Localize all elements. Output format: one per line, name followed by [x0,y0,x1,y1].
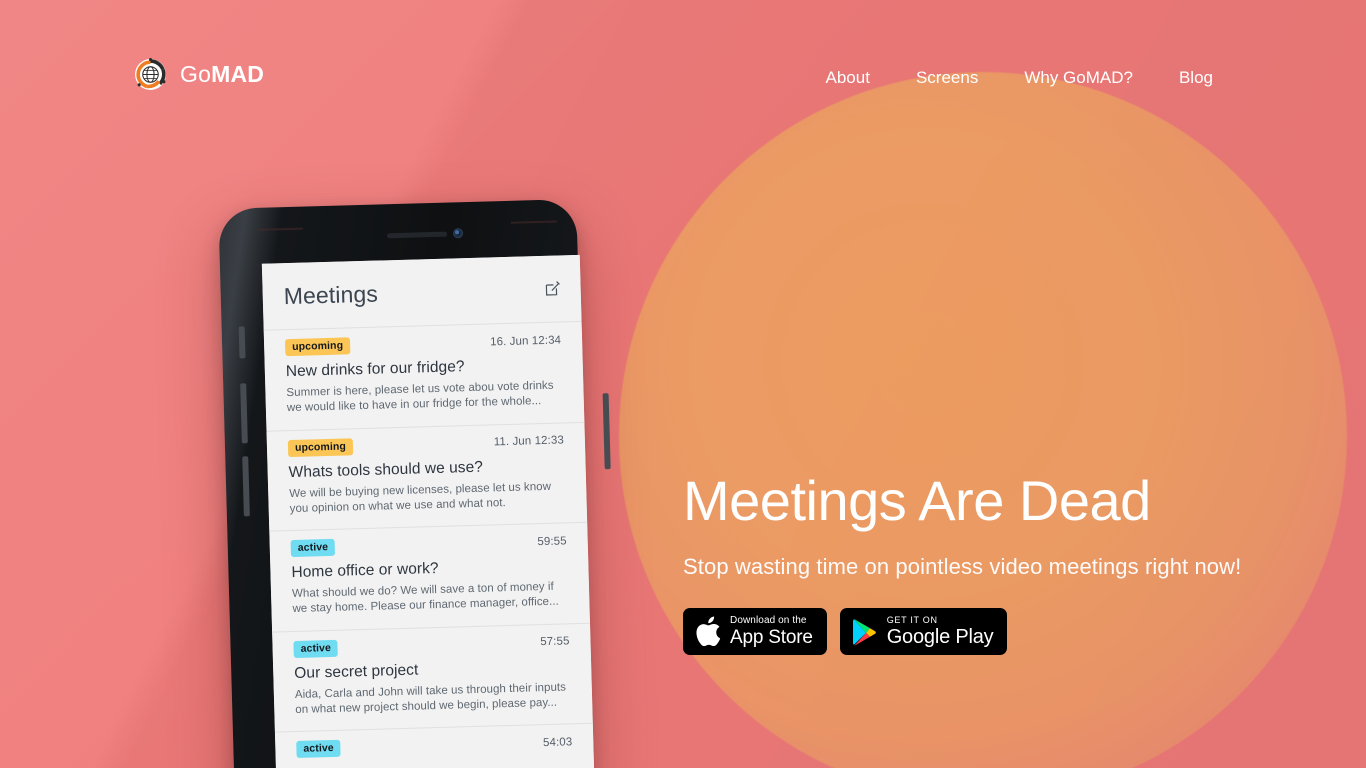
meeting-meta: active 54:03 [296,734,572,759]
meeting-list-item[interactable]: active 57:55 Our secret project Aida, Ca… [272,622,593,732]
meeting-list-item[interactable]: upcoming 16. Jun 12:34 New drinks for ou… [263,320,585,431]
phone-button-power[interactable] [602,393,611,470]
meeting-title: Our secret project [294,661,419,682]
app-store-badge-label: App Store [730,627,813,648]
antenna-line-left [256,227,303,231]
status-badge: upcoming [284,337,351,357]
app-store-badge[interactable]: Download on the App Store [683,608,827,655]
phone-mockup: 12:39 ● ✶ ⏱ ▦ ▉ ◢ 94 Meetings [196,190,613,768]
page-title: Meetings [283,280,379,309]
meeting-description: What should we do? We will save a ton of… [291,580,559,616]
brand-name: GoMAD [180,61,264,88]
nav-item-blog[interactable]: Blog [1156,62,1236,94]
landing-page: GoMAD About Screens Why GoMAD? Blog Meet… [0,0,1366,768]
phone-button-volume-down[interactable] [242,456,250,517]
site-header: GoMAD About Screens Why GoMAD? Blog [0,0,1366,150]
google-play-badge[interactable]: GET IT ON Google Play [839,608,1008,655]
sun-decoration [619,72,1347,768]
status-badge: active [293,639,339,658]
google-play-icon [852,618,876,646]
front-camera [452,228,464,239]
meeting-time: 54:03 [542,736,573,749]
phone-button-volume-up[interactable] [240,383,248,444]
meeting-title [297,758,573,766]
brand-name-light: Go [180,61,212,87]
nav-item-screens[interactable]: Screens [893,62,1001,94]
status-bar-time: 12:39 [273,255,302,257]
phone-screen: 12:39 ● ✶ ⏱ ▦ ▉ ◢ 94 Meetings [261,254,596,768]
apple-logo-icon [696,616,721,647]
meeting-list-item[interactable]: upcoming 11. Jun 12:33 Whats tools shoul… [266,421,588,531]
meeting-time: 59:55 [537,534,567,548]
meeting-description: Aida, Carla and John will take us throug… [294,681,567,716]
hero-subheadline: Stop wasting time on pointless video mee… [683,554,1242,579]
earpiece-speaker [387,231,448,239]
meeting-meta: upcoming 16. Jun 12:34 [284,331,562,357]
compose-edit-icon[interactable] [543,280,560,297]
google-play-badge-top: GET IT ON [886,615,938,625]
meeting-meta: upcoming 11. Jun 12:33 [287,432,565,457]
app-store-badge-top: Download on the [730,615,807,626]
brand-name-bold: MAD [211,61,265,87]
google-play-badge-label: Google Play [886,626,994,648]
status-badge: active [296,740,342,759]
meeting-time: 11. Jun 12:33 [493,434,565,449]
meeting-title: Whats tools should we use? [288,458,484,481]
meeting-list-item[interactable]: active 54:03 [274,722,595,768]
meeting-description: We will be buying new licenses, please l… [289,480,552,515]
status-badge: active [290,538,336,558]
meetings-list: upcoming 16. Jun 12:34 New drinks for ou… [263,320,595,768]
meeting-list-item[interactable]: active 59:55 Home office or work? What s… [269,521,590,632]
phone-button-left-1[interactable] [238,326,246,359]
hero-headline: Meetings Are Dead [683,469,1151,532]
meeting-description [297,758,573,766]
meeting-time: 57:55 [540,635,570,649]
store-badges: Download on the App Store GET IT ON Goog… [683,608,1008,655]
antenna-line-right [510,220,557,224]
meeting-meta: active 59:55 [290,532,567,558]
meeting-description: Summer is here, please let us vote abou … [286,379,554,415]
phone-body: 12:39 ● ✶ ⏱ ▦ ▉ ◢ 94 Meetings [218,198,611,768]
nav-item-about[interactable]: About [803,62,893,94]
app-header: Meetings [261,254,582,330]
status-bar-left: 12:39 ● [273,255,314,257]
meeting-time: 16. Jun 12:34 [489,333,562,348]
nav-item-why-gomad[interactable]: Why GoMAD? [1001,62,1156,94]
brand-logo[interactable]: GoMAD [134,58,264,91]
hero-section: Meetings Are Dead Stop wasting time on p… [683,473,1303,580]
status-badge: upcoming [287,437,354,457]
globe-logo-icon [135,58,166,90]
main-navigation: About Screens Why GoMAD? Blog [803,62,1236,94]
meeting-title: Home office or work? [291,560,439,582]
meeting-meta: active 57:55 [293,633,570,658]
meeting-title: New drinks for our fridge? [285,358,465,381]
